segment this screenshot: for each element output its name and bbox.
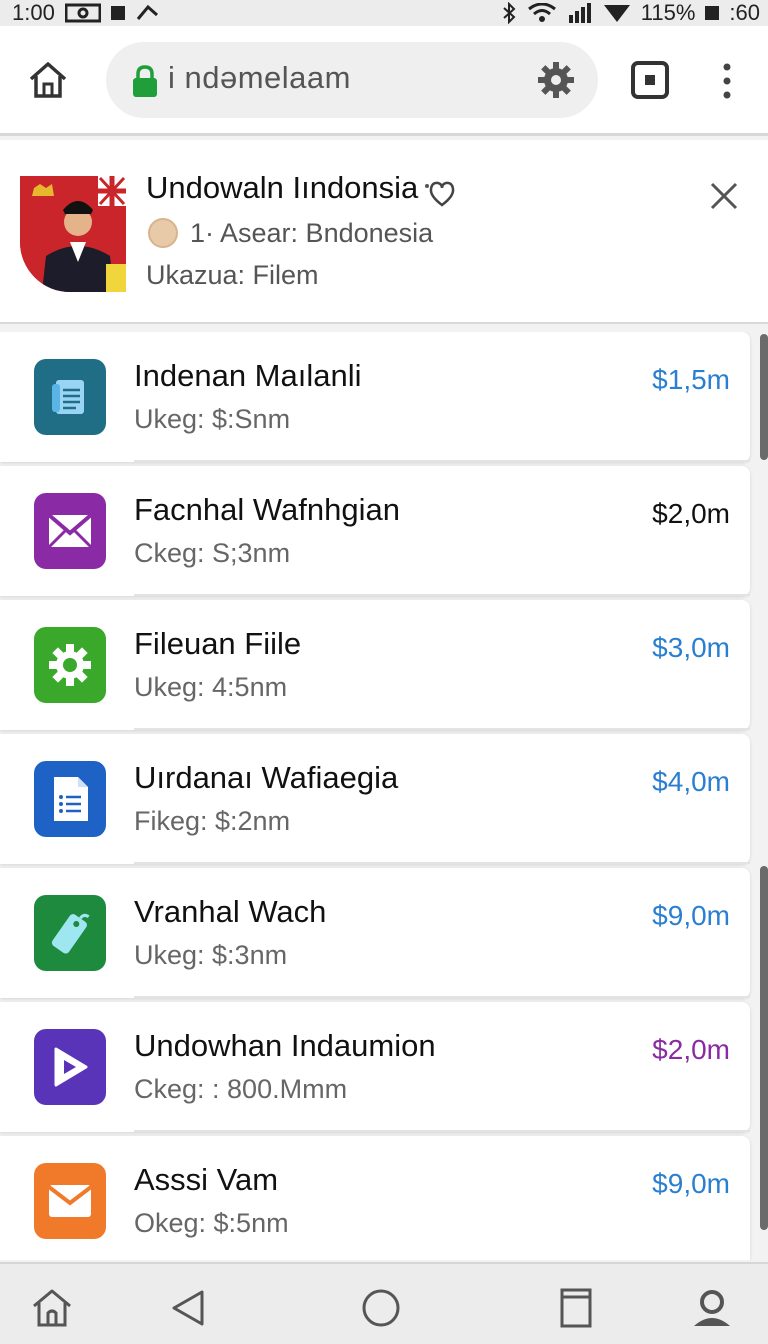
signal-triangle-icon xyxy=(603,5,630,22)
more-icon[interactable] xyxy=(718,62,736,100)
item-title: Vranhal Wach xyxy=(134,894,327,929)
item-subtitle: Ukeg: 4:5nm xyxy=(134,672,288,702)
list-item[interactable]: Asssi Vam Okeg: $:5nm $9,0m xyxy=(0,1136,750,1260)
app-list: Indenan Maılanli Ukeg: $:Snm $1,5m Facnh… xyxy=(0,332,768,1260)
envelope-icon xyxy=(34,1163,106,1239)
divider xyxy=(134,996,750,998)
list-item[interactable]: Uırdanaı Wafiaegia Fikeg: $:2nm $4,0m xyxy=(0,734,750,864)
play-icon xyxy=(34,1029,106,1105)
item-title: Asssi Vam xyxy=(134,1162,279,1197)
divider xyxy=(134,1130,750,1132)
list-item[interactable]: Undowhan Indaumion Ckeg: : 800.Mmm $2,0m xyxy=(0,1002,750,1132)
system-nav-bar xyxy=(0,1262,768,1344)
mail-icon xyxy=(34,493,106,569)
lock-icon xyxy=(133,65,157,97)
close-icon[interactable] xyxy=(708,180,740,212)
battery-icon xyxy=(705,6,720,20)
tabs-icon[interactable] xyxy=(630,60,670,100)
wifi-icon xyxy=(527,3,556,22)
address-bar[interactable]: i ndəmelaam xyxy=(106,42,598,118)
item-price: $3,0m xyxy=(652,632,730,663)
item-title: Indenan Maılanli xyxy=(134,358,362,393)
signal-icon xyxy=(568,3,591,23)
item-price: $9,0m xyxy=(652,1168,730,1199)
item-price: $9,0m xyxy=(652,900,730,931)
item-subtitle: Ckeg: : 800.Mmm xyxy=(134,1074,348,1104)
heart-icon[interactable] xyxy=(424,178,456,208)
gear-icon xyxy=(34,627,106,703)
flag-avatar-icon xyxy=(20,176,126,292)
link-icon xyxy=(136,4,158,20)
item-subtitle: Fikeg: $:2nm xyxy=(134,806,291,836)
list-item[interactable]: Fileuan Fiile Ukeg: 4:5nm $3,0m xyxy=(0,600,750,730)
browser-toolbar: i ndəmelaam xyxy=(0,26,768,136)
creator-avatar xyxy=(148,218,178,248)
status-bar: 1:00 115% :60 xyxy=(0,0,768,26)
recents-icon[interactable] xyxy=(554,1286,598,1330)
back-icon[interactable] xyxy=(166,1286,210,1330)
profile-card: Undowaln Iındonsia 1· Asear: Bndonesia U… xyxy=(0,140,768,324)
divider xyxy=(134,862,750,864)
divider xyxy=(134,460,750,462)
bluetooth-icon xyxy=(503,2,516,24)
profile-subtitle: 1· Asear: Bndonesia xyxy=(190,218,434,248)
item-title: Uırdanaı Wafiaegia xyxy=(134,760,399,795)
item-price: $2,0m xyxy=(652,498,730,529)
item-subtitle: Ukeg: $:3nm xyxy=(134,940,288,970)
battery-percent: 115% xyxy=(640,0,696,25)
scrollbar-thumb[interactable] xyxy=(760,334,768,460)
gear-icon[interactable] xyxy=(536,60,576,100)
item-title: Undowhan Indaumion xyxy=(134,1028,436,1063)
circle-home-icon[interactable] xyxy=(359,1286,403,1330)
status-time: 1:00 xyxy=(12,0,55,25)
profile-category: Ukazua: Filem xyxy=(146,260,319,290)
item-price: $4,0m xyxy=(652,766,730,797)
url-text[interactable]: i ndəmelaam xyxy=(168,60,351,96)
item-title: Facnhal Wafnhgian xyxy=(134,492,400,527)
item-subtitle: Ukeg: $:Snm xyxy=(134,404,291,434)
document-icon xyxy=(34,359,106,435)
tag-icon xyxy=(34,895,106,971)
home-icon[interactable] xyxy=(26,58,70,102)
notification-icon xyxy=(110,6,125,20)
status-clock-right: :60 xyxy=(729,0,760,25)
list-item[interactable]: Vranhal Wach Ukeg: $:3nm $9,0m xyxy=(0,868,750,998)
list-item[interactable]: Facnhal Wafnhgian Ckeg: S;3nm $2,0m xyxy=(0,466,750,596)
scrollbar-thumb[interactable] xyxy=(760,866,768,1230)
divider xyxy=(134,728,750,730)
item-title: Fileuan Fiile xyxy=(134,626,302,661)
home-icon[interactable] xyxy=(30,1286,74,1330)
item-subtitle: Okeg: $:5nm xyxy=(134,1208,289,1238)
divider xyxy=(134,594,750,596)
camera-icon xyxy=(64,3,101,23)
item-price: $2,0m xyxy=(652,1034,730,1065)
profile-name: Undowaln Iındonsia xyxy=(146,170,419,205)
item-price: $1,5m xyxy=(652,364,730,395)
item-subtitle: Ckeg: S;3nm xyxy=(134,538,291,568)
list-document-icon xyxy=(34,761,106,837)
list-item[interactable]: Indenan Maılanli Ukeg: $:Snm $1,5m xyxy=(0,332,750,462)
account-icon[interactable] xyxy=(690,1286,734,1330)
